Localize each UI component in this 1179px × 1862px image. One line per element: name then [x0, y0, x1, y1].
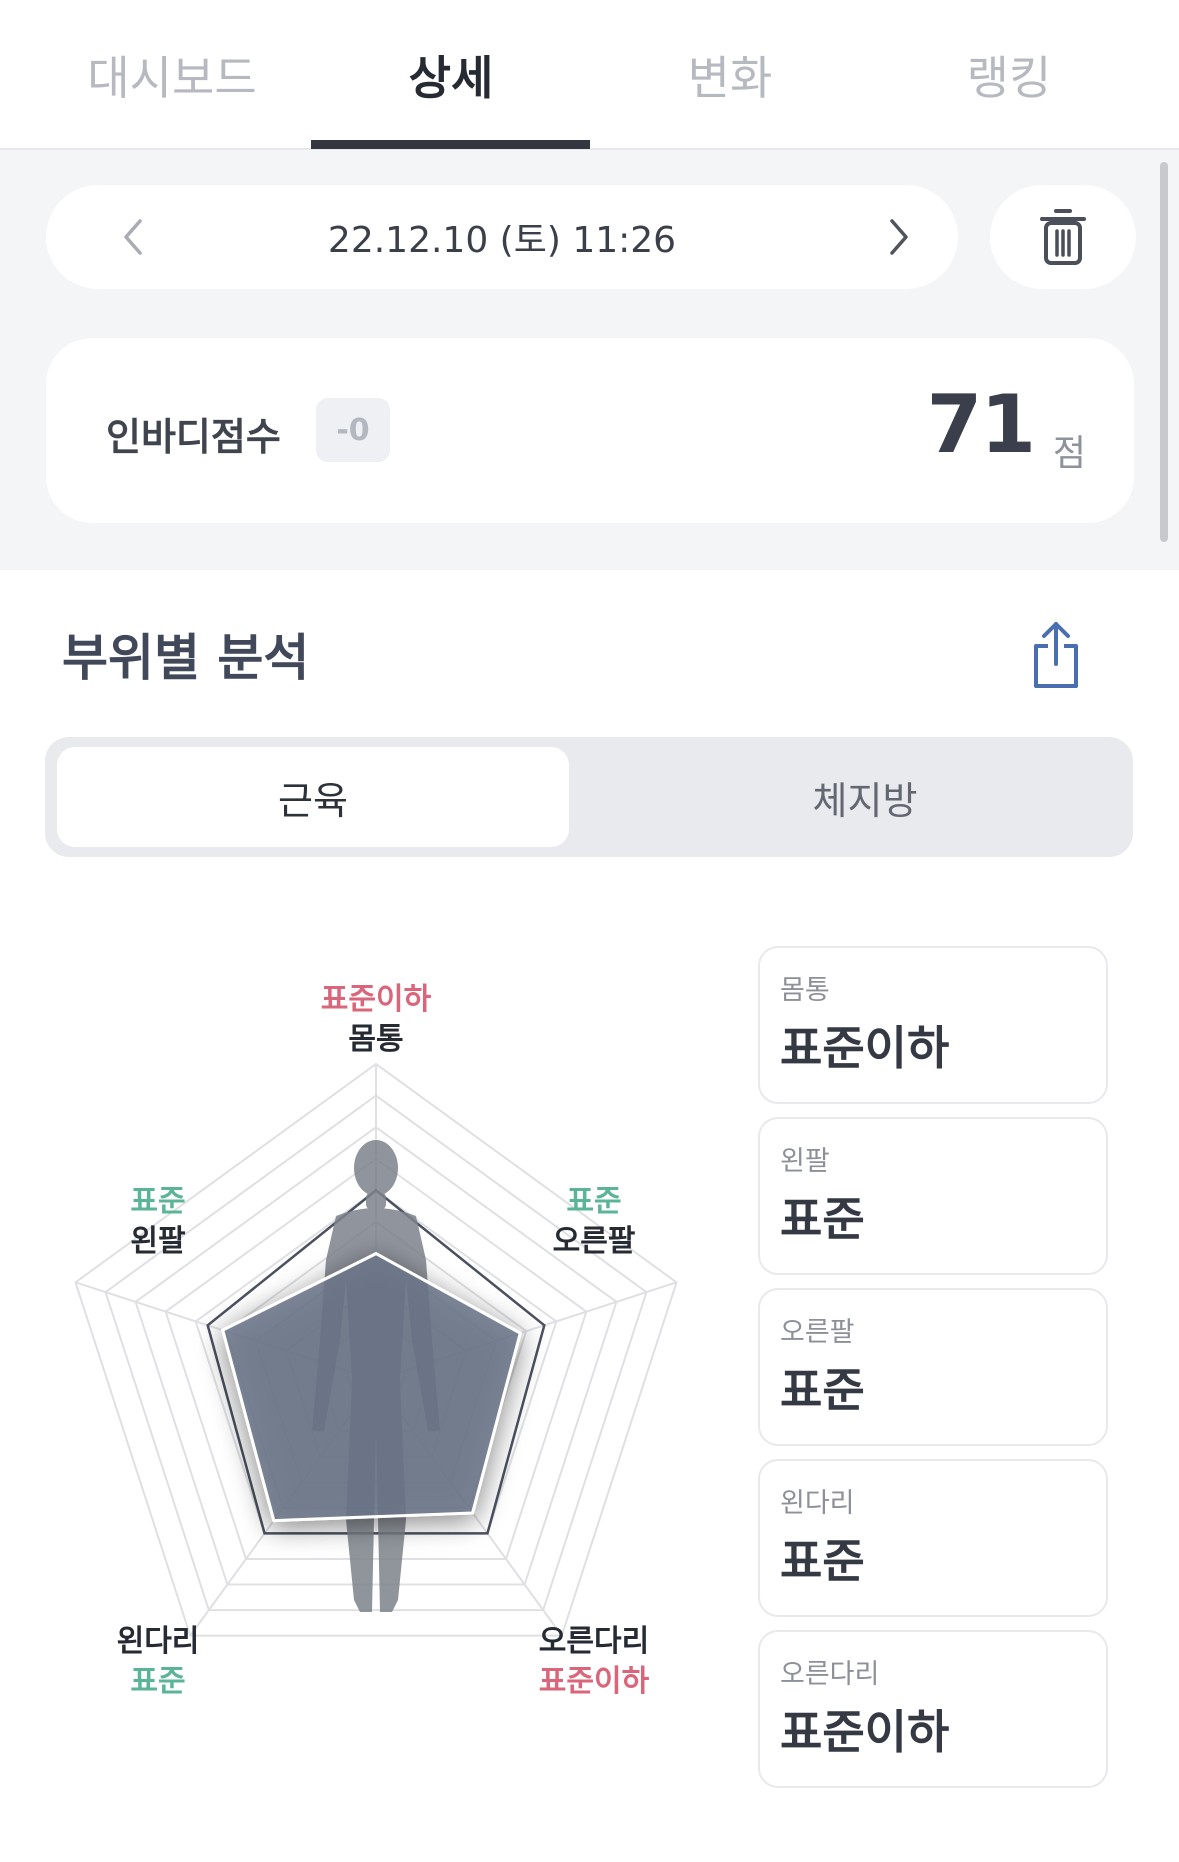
card-title: 오른팔 — [780, 1317, 855, 1348]
right-leg-status: 표준이하 — [538, 1664, 650, 1699]
trunk-status: 표준이하 — [320, 982, 432, 1017]
right-arm-status: 표준 — [566, 1184, 622, 1219]
active-tab-indicator — [311, 140, 590, 149]
right-leg-name: 오른다리 — [538, 1624, 650, 1659]
card-right-leg: 오른다리 표준이하 — [758, 1630, 1108, 1788]
card-value: 표준이하 — [780, 1021, 950, 1075]
top-tab-bar: 대시보드 상세 변화 랭킹 — [0, 0, 1179, 150]
chevron-left-icon[interactable] — [114, 217, 154, 257]
card-title: 왼팔 — [780, 1146, 830, 1177]
radar-label-left-arm: 표준 왼팔 — [88, 1182, 228, 1262]
score-change-badge: -0 — [316, 398, 390, 462]
score-label: 인바디점수 — [106, 415, 281, 459]
radar-label-right-arm: 표준 오른팔 — [524, 1182, 664, 1262]
segment-body-fat[interactable]: 체지방 — [609, 747, 1121, 847]
radar-label-trunk: 표준이하 몸통 — [306, 980, 446, 1060]
radar-svg — [74, 1062, 678, 1637]
card-trunk: 몸통 표준이하 — [758, 946, 1108, 1104]
card-value: 표준 — [780, 1534, 865, 1588]
score-value: 71 — [926, 378, 1036, 471]
radar-label-right-leg: 오른다리 표준이하 — [524, 1622, 664, 1702]
date-selector: 22.12.10 (토) 11:26 — [46, 185, 958, 289]
card-right-arm: 오른팔 표준 — [758, 1288, 1108, 1446]
tab-dashboard[interactable]: 대시보드 — [32, 0, 312, 150]
card-left-leg: 왼다리 표준 — [758, 1459, 1108, 1617]
share-icon[interactable] — [1028, 620, 1084, 690]
delete-button[interactable] — [990, 185, 1136, 289]
chevron-right-icon[interactable] — [878, 217, 918, 257]
left-leg-status: 표준 — [130, 1664, 186, 1699]
trunk-name: 몸통 — [348, 1022, 404, 1057]
radar-label-left-leg: 왼다리 표준 — [88, 1622, 228, 1702]
left-arm-status: 표준 — [130, 1184, 186, 1219]
card-title: 몸통 — [780, 975, 830, 1006]
scrollbar[interactable] — [1160, 162, 1168, 542]
inbody-score-card: 인바디점수 -0 71 점 — [46, 338, 1134, 523]
tab-detail[interactable]: 상세 — [311, 0, 591, 150]
card-value: 표준이하 — [780, 1705, 950, 1759]
muscle-fat-segment: 근육 체지방 — [45, 737, 1133, 857]
card-title: 왼다리 — [780, 1488, 855, 1519]
right-arm-name: 오른팔 — [552, 1224, 636, 1259]
score-unit: 점 — [1052, 433, 1086, 474]
card-title: 오른다리 — [780, 1659, 880, 1690]
left-arm-name: 왼팔 — [130, 1224, 186, 1259]
tab-ranking[interactable]: 랭킹 — [869, 0, 1149, 150]
card-value: 표준 — [780, 1192, 865, 1246]
tab-change[interactable]: 변화 — [590, 0, 870, 150]
segment-muscle[interactable]: 근육 — [57, 747, 569, 847]
segment-radar-chart: 표준이하 몸통 표준 왼팔 표준 오른팔 왼다리 표준 오른다리 표준이하 — [40, 960, 720, 1720]
section-title: 부위별 분석 — [62, 629, 310, 687]
trash-icon — [1040, 209, 1086, 265]
left-leg-name: 왼다리 — [116, 1624, 200, 1659]
measurement-date: 22.12.10 (토) 11:26 — [327, 220, 677, 261]
card-value: 표준 — [780, 1363, 865, 1417]
card-left-arm: 왼팔 표준 — [758, 1117, 1108, 1275]
